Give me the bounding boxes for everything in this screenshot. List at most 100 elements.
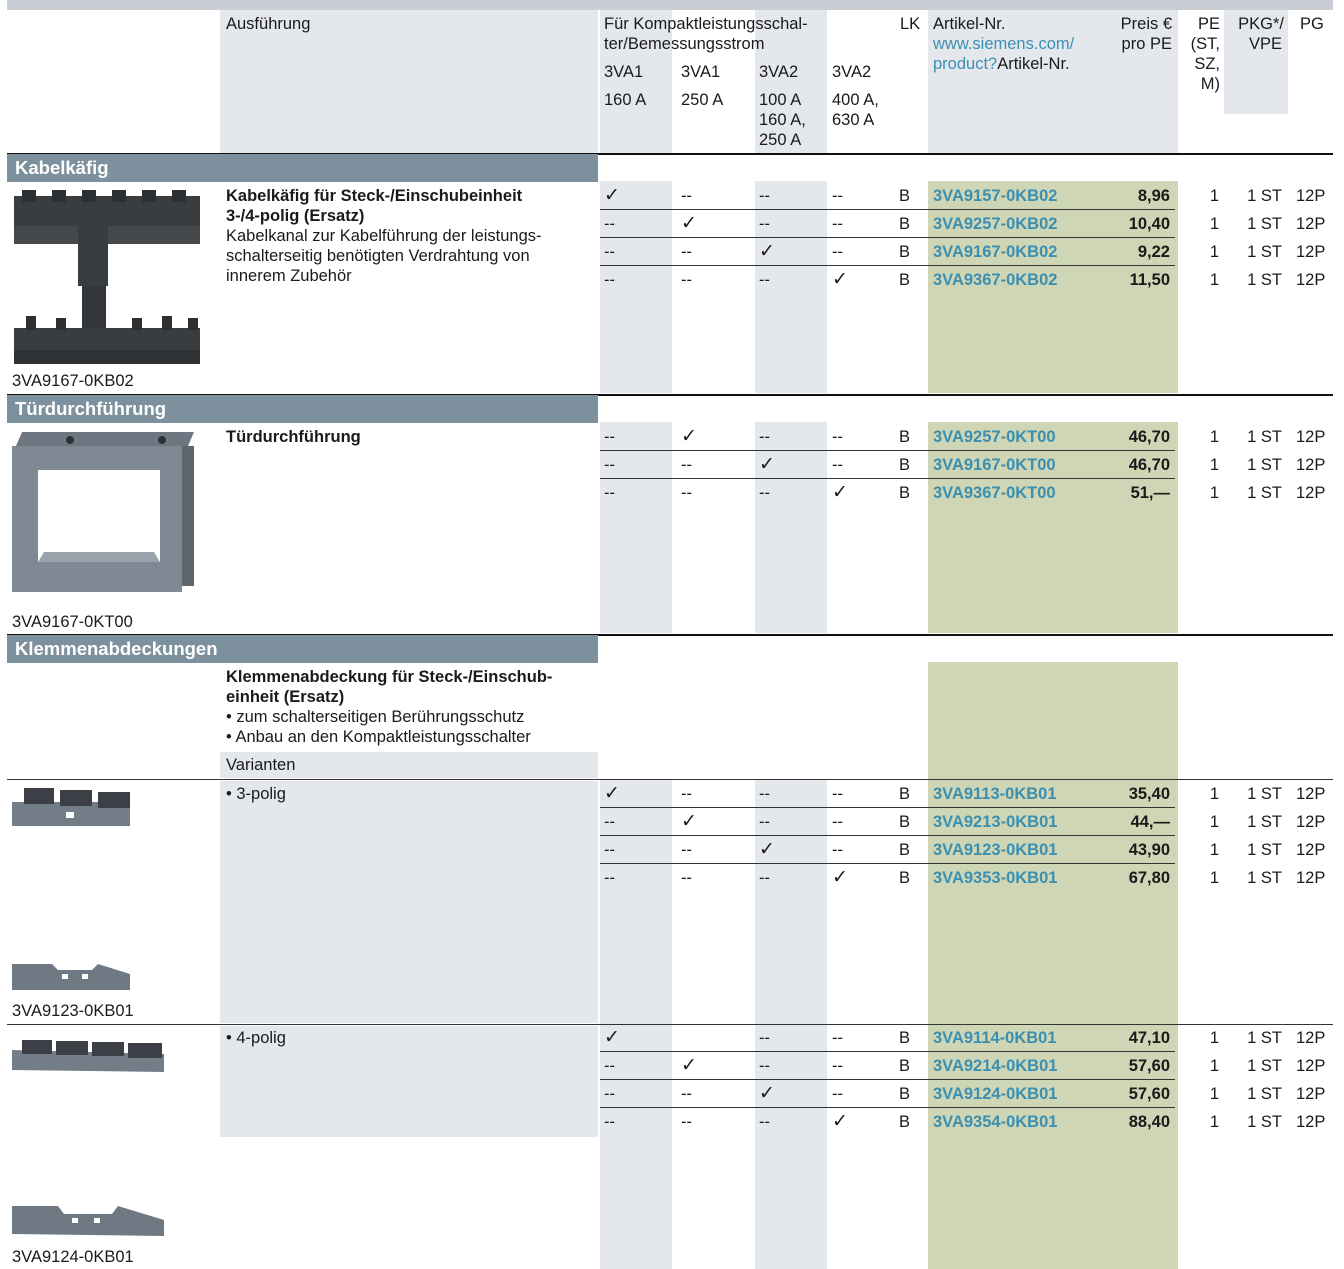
compat-cell: -- [681,841,692,859]
header-pkg-1: PKG*/ [1238,15,1284,33]
article-number-link[interactable]: 3VA9257-0KB02 [933,214,1057,234]
compat-cell: -- [604,813,615,831]
article-number-link[interactable]: 3VA9157-0KB02 [933,186,1057,206]
compat-cell: ✓ [681,213,697,234]
row-divider [600,807,1175,808]
header-url-line1[interactable]: www.siemens.com/ [933,34,1074,54]
pe-cell: 1 [1209,187,1219,205]
pe-cell: 1 [1209,428,1219,446]
compat-cell: -- [832,1057,843,1075]
pkg-cell: 1 ST [1247,243,1282,261]
row-divider [600,450,1175,451]
compat-cell: ✓ [759,839,775,860]
kabelkaefig-desc-2: schalterseitig benötigten Verdrahtung vo… [226,247,530,265]
compat-cell: -- [832,785,843,803]
header-artikel: Artikel-Nr. [933,15,1006,33]
tuerdurchfuehrung-title: Türdurchführung [226,428,361,446]
pg-cell: 12P [1296,813,1326,831]
group1-caption: 3VA9123-0KB01 [12,1002,134,1020]
header-fuer-line1: Für Kompaktleistungsschal- [604,15,808,33]
pe-cell: 1 [1209,1057,1219,1075]
kabelkaefig-desc-1: Kabelkanal zur Kabelführung der leistung… [226,227,542,245]
header-col3-current-3: 250 A [759,131,802,149]
price-cell: 57,60 [1128,1085,1170,1103]
compat-cell: -- [604,484,615,502]
price-cell: 88,40 [1128,1113,1170,1131]
pg-cell: 12P [1296,869,1326,887]
article-number-link[interactable]: 3VA9214-0KB01 [933,1056,1057,1076]
compat-cell: -- [759,813,770,831]
compat-cell: ✓ [759,454,775,475]
row-divider [600,209,1175,210]
terminal-cover-4pole-image-2 [12,1206,164,1236]
compat-cell: -- [604,841,615,859]
klemmen-desc-2: • Anbau an den Kompaktleistungsschalter [226,728,531,746]
compat-cell: -- [604,1113,615,1131]
compat-cell: -- [681,1085,692,1103]
compat-cell: ✓ [832,269,848,290]
compat-cell: -- [681,187,692,205]
row-divider [600,265,1175,266]
article-number-link[interactable]: 3VA9353-0KB01 [933,868,1057,888]
pg-cell: 12P [1296,271,1326,289]
lk-cell: B [899,841,911,859]
lk-cell: B [899,1113,911,1131]
article-number-link[interactable]: 3VA9123-0KB01 [933,840,1057,860]
price-cell: 11,50 [1129,271,1170,289]
compat-cell: -- [832,428,843,446]
header-col2-current: 250 A [681,91,724,109]
kabelkaefig-desc-3: innerem Zubehör [226,267,352,285]
compat-cell: -- [759,484,770,502]
varianten-rule [7,779,1333,780]
compat-cell: ✓ [604,185,620,206]
lk-cell: B [899,869,911,887]
header-url-link[interactable]: product? [933,55,997,73]
article-number-link[interactable]: 3VA9213-0KB01 [933,812,1057,832]
compat-cell: -- [681,243,692,261]
price-cell: 9,22 [1137,243,1170,261]
compat-cell: -- [759,428,770,446]
terminal-cover-3pole-image [12,788,130,826]
pg-cell: 12P [1296,187,1326,205]
header-pe-3: SZ, [1194,55,1220,73]
header-col3-current-1: 100 A [759,91,802,109]
article-number-link[interactable]: 3VA9114-0KB01 [933,1028,1057,1048]
pe-cell: 1 [1209,1113,1219,1131]
pg-cell: 12P [1296,1113,1326,1131]
sec3-colmask2 [755,662,827,779]
article-number-link[interactable]: 3VA9354-0KB01 [933,1112,1057,1132]
varianten-label: Varianten [226,756,296,774]
pe-cell: 1 [1209,1029,1219,1047]
article-number-link[interactable]: 3VA9367-0KB02 [933,270,1057,290]
article-number-link[interactable]: 3VA9167-0KT00 [933,455,1056,475]
compat-cell: -- [604,869,615,887]
price-cell: 46,70 [1128,456,1170,474]
article-number-link[interactable]: 3VA9124-0KB01 [933,1084,1057,1104]
pe-cell: 1 [1209,456,1219,474]
compat-cell: -- [759,869,770,887]
header-col1-type: 3VA1 [604,63,644,81]
article-number-link[interactable]: 3VA9367-0KT00 [933,483,1056,503]
lk-cell: B [899,215,911,233]
article-number-link[interactable]: 3VA9167-0KB02 [933,242,1057,262]
row-divider [600,863,1175,864]
sec3-colmask [600,662,672,779]
header-preis-line1: Preis € [1120,15,1172,33]
compat-cell: -- [759,187,770,205]
row-divider [600,1107,1175,1108]
pg-cell: 12P [1296,1029,1326,1047]
lk-cell: B [899,1057,911,1075]
lk-cell: B [899,1029,911,1047]
compat-cell: -- [681,456,692,474]
article-number-link[interactable]: 3VA9257-0KT00 [933,427,1056,447]
header-url-line2: product?Artikel-Nr. [933,54,1070,74]
row-divider [600,237,1175,238]
compat-cell: -- [681,785,692,803]
lk-cell: B [899,243,911,261]
article-number-link[interactable]: 3VA9113-0KB01 [933,784,1057,804]
header-pe-1: PE [1197,15,1220,33]
pe-cell: 1 [1209,785,1219,803]
header-col3-type: 3VA2 [759,63,799,81]
compat-cell: -- [604,428,615,446]
cable-cage-image [14,190,200,364]
